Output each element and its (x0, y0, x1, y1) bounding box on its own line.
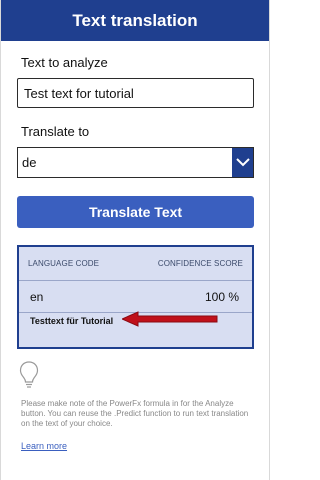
page-title: Text translation (72, 10, 198, 30)
text-to-analyze-label: Text to analyze (21, 55, 108, 70)
app-screen: Text translation Text to analyze Transla… (0, 0, 270, 480)
text-to-analyze-input[interactable] (17, 78, 254, 108)
results-header-row: LANGUAGE CODE CONFIDENCE SCORE (19, 247, 252, 280)
results-table: LANGUAGE CODE CONFIDENCE SCORE en 100 % … (17, 245, 254, 349)
confidence-score-value: 100 % (204, 290, 239, 304)
translate-to-label: Translate to (21, 124, 90, 139)
language-code-value: en (30, 290, 44, 304)
chevron-down-icon[interactable] (232, 148, 253, 177)
divider (19, 280, 252, 281)
info-note: Please make note of the PowerFx formula … (21, 399, 249, 428)
learn-more-link[interactable]: Learn more (21, 441, 67, 451)
translate-text-button[interactable]: Translate Text (17, 196, 254, 228)
confidence-score-header: CONFIDENCE SCORE (157, 259, 243, 268)
annotation-arrow-icon (122, 311, 218, 327)
lightbulb-icon (19, 361, 39, 388)
language-code-header: LANGUAGE CODE (28, 259, 100, 268)
header-bar: Text translation (1, 0, 269, 41)
language-dropdown-value: de (22, 155, 37, 170)
translated-text: Testtext für Tutorial (30, 316, 114, 326)
language-dropdown[interactable]: de (17, 147, 254, 178)
table-row: en 100 % (19, 282, 252, 312)
